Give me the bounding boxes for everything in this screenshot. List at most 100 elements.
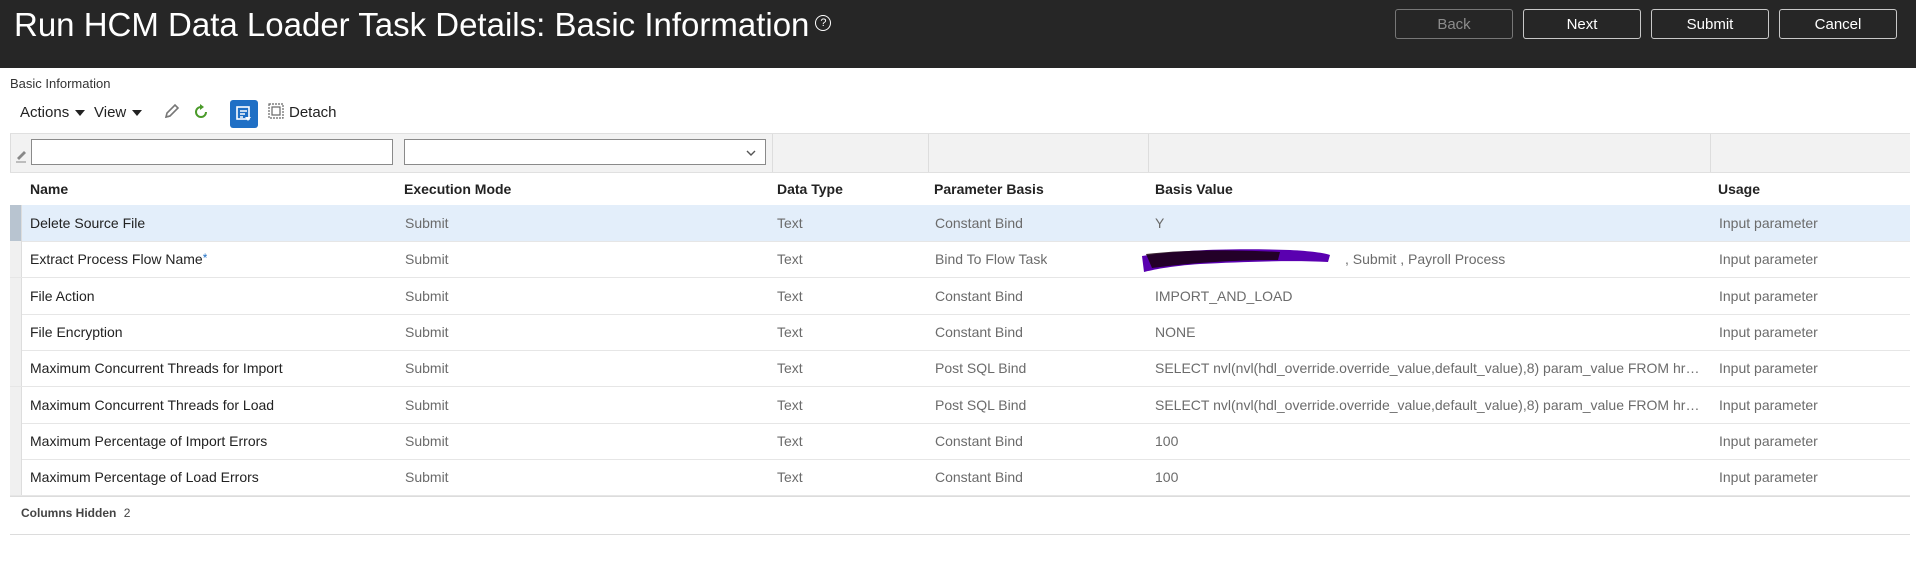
cell-name-text: File Encryption xyxy=(30,323,123,340)
cell-basis: Post SQL Bind xyxy=(935,397,1026,413)
cell-type-text: Text xyxy=(777,396,803,413)
cell-name: Extract Process Flow Name* xyxy=(30,251,207,267)
columns-hidden-count: 2 xyxy=(123,506,131,520)
cell-type-text: Text xyxy=(777,469,803,486)
cell-usage: Input parameter xyxy=(1719,360,1818,376)
cell-name: Delete Source File xyxy=(30,215,145,231)
cell-basis: Constant Bind xyxy=(935,324,1023,340)
refresh-icon[interactable] xyxy=(192,103,210,125)
cell-type-text: Text xyxy=(777,287,803,304)
cell-value-text: SELECT nvl(nvl(hdl_override.override_val… xyxy=(1155,396,1705,413)
filter-divider xyxy=(928,134,930,172)
actions-menu[interactable]: Actions xyxy=(20,104,86,121)
cell-basis: Constant Bind xyxy=(935,215,1023,231)
page-header: Run HCM Data Loader Task Details: Basic … xyxy=(0,0,1916,68)
cell-value: 100 xyxy=(1155,433,1178,449)
cell-type: Text xyxy=(777,397,803,413)
filter-clear-icon[interactable] xyxy=(10,134,31,172)
cell-type-text: Text xyxy=(777,215,803,231)
cell-type: Text xyxy=(777,288,803,304)
row-selector[interactable] xyxy=(10,313,22,350)
cell-value-text: NONE xyxy=(1155,323,1196,340)
chevron-down-icon xyxy=(132,110,143,117)
table-row[interactable]: File Action Submit Text Constant Bind IMPORT… xyxy=(10,277,1910,315)
table-row[interactable]: Delete Source File Submit Text Constant Bin… xyxy=(10,205,1910,242)
column-header-execution-mode[interactable]: Execution Mode xyxy=(404,181,511,197)
table-row[interactable]: Extract Process Flow Name* Submit Text Bind… xyxy=(10,241,1910,279)
footer-divider xyxy=(10,496,1910,497)
table-header-row: Name Execution Mode Data Type Parameter … xyxy=(10,171,1910,206)
cell-mode-text: Submit xyxy=(405,323,449,340)
cell-name-text: Delete Source File xyxy=(30,215,146,231)
table-row[interactable]: File Encryption Submit Text Constant Bind NO… xyxy=(10,313,1910,351)
cell-name: Maximum Percentage of Import Errors xyxy=(30,433,267,449)
table-row[interactable]: Maximum Concurrent Threads for Load Submi… xyxy=(10,386,1910,424)
cell-mode-text: Submit xyxy=(405,469,449,486)
page-title-text: Run HCM Data Loader Task Details: Basic … xyxy=(14,6,810,43)
help-icon[interactable]: ? xyxy=(815,15,832,32)
column-header-usage[interactable]: Usage xyxy=(1718,181,1760,197)
execution-mode-filter-select[interactable] xyxy=(404,139,766,165)
cell-basis-text: Constant Bind xyxy=(935,432,1023,449)
submit-button[interactable]: Submit xyxy=(1651,9,1769,39)
cell-usage: Input parameter xyxy=(1719,215,1818,231)
cell-basis-text: Constant Bind xyxy=(935,287,1023,304)
column-header-basis-value[interactable]: Basis Value xyxy=(1155,181,1233,197)
next-button[interactable]: Next xyxy=(1523,9,1641,39)
cell-basis: Constant Bind xyxy=(935,469,1023,485)
columns-hidden-indicator: Columns Hidden 2 xyxy=(21,506,130,520)
cell-usage-text: Input parameter xyxy=(1719,396,1818,413)
cell-name-text: Extract Process Flow Name xyxy=(30,251,203,268)
row-selector[interactable] xyxy=(10,350,22,387)
cell-usage: Input parameter xyxy=(1719,288,1818,304)
row-selector[interactable] xyxy=(10,205,22,241)
cell-name-text: Maximum Percentage of Load Errors xyxy=(30,469,259,486)
query-by-example-icon[interactable] xyxy=(230,100,258,128)
page-title: Run HCM Data Loader Task Details: Basic … xyxy=(14,6,832,44)
cell-value-text: SELECT nvl(nvl(hdl_override.override_val… xyxy=(1155,360,1705,377)
cell-value: , Submit , Payroll Process xyxy=(1345,251,1505,267)
cell-usage-text: Input parameter xyxy=(1719,251,1818,268)
cell-type: Text xyxy=(777,433,803,449)
cell-mode: Submit xyxy=(405,251,449,267)
row-selector[interactable] xyxy=(10,241,22,278)
cell-mode: Submit xyxy=(405,215,449,231)
cell-mode: Submit xyxy=(405,360,449,376)
cell-basis-text: Constant Bind xyxy=(935,215,1023,231)
cancel-button[interactable]: Cancel xyxy=(1779,9,1897,39)
cell-name-text: File Action xyxy=(30,287,95,304)
cell-value: NONE xyxy=(1155,324,1195,340)
row-selector[interactable] xyxy=(10,459,22,496)
cell-type: Text xyxy=(777,215,803,231)
column-header-name[interactable]: Name xyxy=(30,181,68,197)
row-selector[interactable] xyxy=(10,277,22,314)
name-filter-input[interactable] xyxy=(31,139,393,165)
section-title: Basic Information xyxy=(10,76,111,91)
column-header-parameter-basis[interactable]: Parameter Basis xyxy=(934,181,1044,197)
cell-value: Y xyxy=(1155,215,1164,231)
back-button[interactable]: Back xyxy=(1395,9,1513,39)
table-row[interactable]: Maximum Percentage of Import Errors Submi… xyxy=(10,422,1910,460)
row-selector[interactable] xyxy=(10,422,22,459)
cell-name: Maximum Concurrent Threads for Load xyxy=(30,397,274,413)
cell-value: 100 xyxy=(1155,469,1178,485)
cell-type-text: Text xyxy=(777,432,803,449)
cell-type-text: Text xyxy=(777,360,803,377)
cell-usage: Input parameter xyxy=(1719,251,1818,267)
table-row[interactable]: Maximum Concurrent Threads for Import Sub… xyxy=(10,350,1910,388)
cell-usage: Input parameter xyxy=(1719,433,1818,449)
detach-button[interactable]: Detach xyxy=(289,104,337,121)
cell-mode: Submit xyxy=(405,324,449,340)
cell-basis-text: Post SQL Bind xyxy=(935,360,1027,377)
table-row[interactable]: Maximum Percentage of Load Errors Submit T… xyxy=(10,459,1910,497)
cell-basis: Bind To Flow Task xyxy=(935,251,1047,267)
view-menu[interactable]: View xyxy=(94,104,143,121)
pencil-icon[interactable] xyxy=(163,102,181,124)
filter-row xyxy=(10,133,1910,173)
cell-usage-text: Input parameter xyxy=(1719,215,1818,231)
detach-icon[interactable] xyxy=(268,103,284,123)
column-header-data-type[interactable]: Data Type xyxy=(777,181,843,197)
cell-usage: Input parameter xyxy=(1719,324,1818,340)
row-selector[interactable] xyxy=(10,386,22,423)
cell-usage-text: Input parameter xyxy=(1719,323,1818,340)
